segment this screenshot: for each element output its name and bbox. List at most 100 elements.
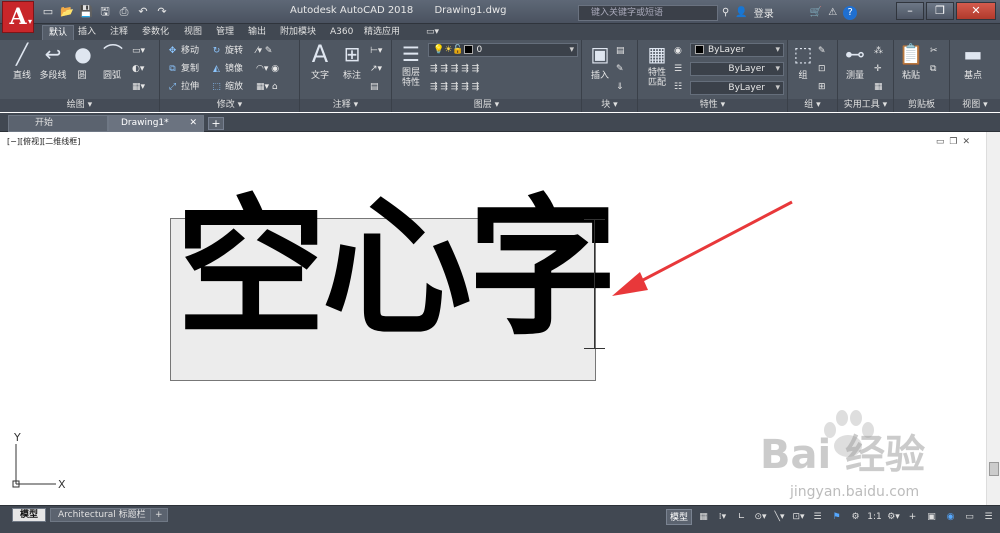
user-icon[interactable]: 👤 xyxy=(735,7,747,18)
undo-icon[interactable]: ↶ xyxy=(135,4,151,19)
layout-tab-architectural[interactable]: Architectural 标题栏 xyxy=(50,508,154,522)
restore-button[interactable]: ❐ xyxy=(926,2,954,20)
new-icon[interactable]: ▭ xyxy=(40,4,56,19)
scroll-thumb[interactable] xyxy=(989,462,999,476)
tab-default[interactable]: 默认 xyxy=(42,25,75,40)
tab-annotate[interactable]: 注释 xyxy=(104,25,134,40)
groups-panel-label[interactable]: 组 ▾ xyxy=(788,99,837,112)
tab-view[interactable]: 视图 xyxy=(178,25,208,40)
move-button[interactable]: ✥ 移动 xyxy=(166,44,199,59)
lineweight-toggle-icon[interactable]: ☰ xyxy=(810,509,825,525)
scale-button[interactable]: ⬚ 缩放 xyxy=(210,80,243,95)
open-icon[interactable]: 📂 xyxy=(59,4,75,19)
group-edit-icon[interactable]: ⊡ xyxy=(818,62,826,77)
ribbon-display-toggle-icon[interactable]: ▭▾ xyxy=(420,25,445,40)
workspace-gear-icon[interactable]: ⚙▾ xyxy=(886,509,901,525)
fillet-icon[interactable]: ◠▾ ◉ xyxy=(256,62,279,77)
layer-dropdown[interactable]: 💡☀🔓 0 xyxy=(428,43,578,57)
vp-minimize-icon[interactable]: ▭ xyxy=(936,137,945,147)
modify-panel-label[interactable]: 修改 ▾ xyxy=(160,99,299,112)
measure-button[interactable]: ⊷ 测量 xyxy=(840,42,870,81)
customize-icon[interactable]: ☰ xyxy=(981,509,996,525)
calculator-icon[interactable]: ▦ xyxy=(874,80,883,95)
polyline-button[interactable]: ↩ 多段线 xyxy=(38,42,68,81)
paste-button[interactable]: 📋 粘贴 xyxy=(896,42,926,81)
stretch-button[interactable]: ⤢ 拉伸 xyxy=(166,80,199,95)
polar-icon[interactable]: ⊙▾ xyxy=(753,509,768,525)
osnap-tracking-icon[interactable]: ╲▾ xyxy=(772,509,787,525)
tab-output[interactable]: 输出 xyxy=(242,25,272,40)
save-icon[interactable]: 💾 xyxy=(78,4,94,19)
saveas-icon[interactable]: 🖫 xyxy=(97,4,113,19)
arc-button[interactable]: ⌒ 圆弧 xyxy=(100,42,124,81)
hatch-icon[interactable]: ◐▾ xyxy=(132,62,144,77)
grid-icon[interactable]: ▦ xyxy=(696,509,711,525)
leader-icon[interactable]: ↗▾ xyxy=(370,62,382,77)
quick-select-icon[interactable]: ⁂ xyxy=(874,44,883,59)
create-block-icon[interactable]: ▤ xyxy=(616,44,625,59)
properties-panel-label[interactable]: 特性 ▾ xyxy=(638,99,787,112)
linear-dim-icon[interactable]: ⊢▾ xyxy=(370,44,382,59)
search-input[interactable]: 键入关键字或短语 xyxy=(578,5,718,21)
cut-icon[interactable]: ✂ xyxy=(930,44,938,59)
drawing-canvas[interactable]: [−][俯视][二维线框] ▭ ❐ ✕ 空心字 Y X Bai 经验 jingy… xyxy=(0,132,1000,505)
binoculars-icon[interactable]: ⚲ xyxy=(722,7,729,18)
login-button[interactable]: 登录 xyxy=(754,5,774,20)
snap-icon[interactable]: ⁞▾ xyxy=(715,509,730,525)
linetype-dropdown[interactable]: ByLayer xyxy=(690,62,784,76)
vertical-scrollbar[interactable] xyxy=(986,132,1000,505)
block-panel-label[interactable]: 块 ▾ xyxy=(582,99,637,112)
table-icon[interactable]: ▤ xyxy=(370,80,379,95)
a360-icon[interactable]: ⚠ xyxy=(828,7,837,18)
circle-button[interactable]: ● 圆 xyxy=(70,42,94,81)
file-tab-drawing1[interactable]: Drawing1* ✕ xyxy=(108,115,204,132)
annotation-scale-button[interactable]: 1:1 xyxy=(867,509,882,525)
new-tab-button[interactable]: + xyxy=(208,117,224,130)
clean-screen-icon[interactable]: ▭ xyxy=(962,509,977,525)
group-select-icon[interactable]: ⊞ xyxy=(818,80,826,95)
tab-manage[interactable]: 管理 xyxy=(210,25,240,40)
annotation-visibility-icon[interactable]: ⚑ xyxy=(829,509,844,525)
rectangle-icon[interactable]: ▭▾ xyxy=(132,44,145,59)
tab-parametric[interactable]: 参数化 xyxy=(136,25,175,40)
base-button[interactable]: ▬ 基点 xyxy=(958,42,988,81)
vp-restore-icon[interactable]: ❐ xyxy=(949,137,957,147)
cart-icon[interactable]: 🛒 xyxy=(810,7,822,18)
canvas-mtext[interactable]: 空心字 xyxy=(176,194,618,344)
tab-close-icon[interactable]: ✕ xyxy=(189,116,197,131)
ortho-icon[interactable]: ∟ xyxy=(734,509,749,525)
print-icon[interactable]: ⎙ xyxy=(116,4,132,19)
annotation-panel-label[interactable]: 注释 ▾ xyxy=(300,99,391,112)
view-panel-label[interactable]: 视图 ▾ xyxy=(950,99,1000,112)
block-attr-icon[interactable]: ⇓ xyxy=(616,80,624,95)
plus-icon[interactable]: + xyxy=(905,509,920,525)
redo-icon[interactable]: ↷ xyxy=(154,4,170,19)
id-point-icon[interactable]: ✛ xyxy=(874,62,882,77)
vp-close-icon[interactable]: ✕ xyxy=(962,137,970,147)
tab-addins[interactable]: 附加模块 xyxy=(274,25,322,40)
annotation-scale-auto-icon[interactable]: ⚙ xyxy=(848,509,863,525)
help-button[interactable]: ? xyxy=(843,5,858,20)
layout-tab-model[interactable]: 模型 xyxy=(12,508,47,522)
insert-button[interactable]: ▣ 插入 xyxy=(586,42,614,81)
mirror-button[interactable]: ◭ 镜像 xyxy=(210,62,243,77)
edit-block-icon[interactable]: ✎ xyxy=(616,62,624,77)
model-space-button[interactable]: 模型 xyxy=(665,509,692,525)
utilities-panel-label[interactable]: 实用工具 ▾ xyxy=(838,99,893,112)
viewport-controls[interactable]: [−][俯视][二维线框] xyxy=(7,136,80,147)
ungroup-icon[interactable]: ✎ xyxy=(818,44,826,59)
layers-panel-label[interactable]: 图层 ▾ xyxy=(392,99,581,112)
draw-panel-label[interactable]: 绘图 ▾ xyxy=(0,99,159,112)
layer-properties-button[interactable]: ☰ 图层 特性 xyxy=(396,42,426,88)
line-button[interactable]: ╱ 直线 xyxy=(8,42,36,81)
dimension-button[interactable]: ⊞ 标注 xyxy=(338,42,366,81)
rotate-button[interactable]: ↻ 旋转 xyxy=(210,44,243,59)
isolate-icon[interactable]: ▣ xyxy=(924,509,939,525)
tab-a360[interactable]: A360 xyxy=(324,25,359,40)
tab-insert[interactable]: 插入 xyxy=(72,25,102,40)
array-icon[interactable]: ▦▾ ⌂ xyxy=(256,80,278,95)
group-button[interactable]: ⬚ 组 xyxy=(790,42,816,81)
match-properties-button[interactable]: ▦ 特性 匹配 xyxy=(642,42,672,88)
lineweight-dropdown[interactable]: ByLayer xyxy=(690,81,784,95)
color-dropdown[interactable]: ByLayer xyxy=(690,43,784,57)
